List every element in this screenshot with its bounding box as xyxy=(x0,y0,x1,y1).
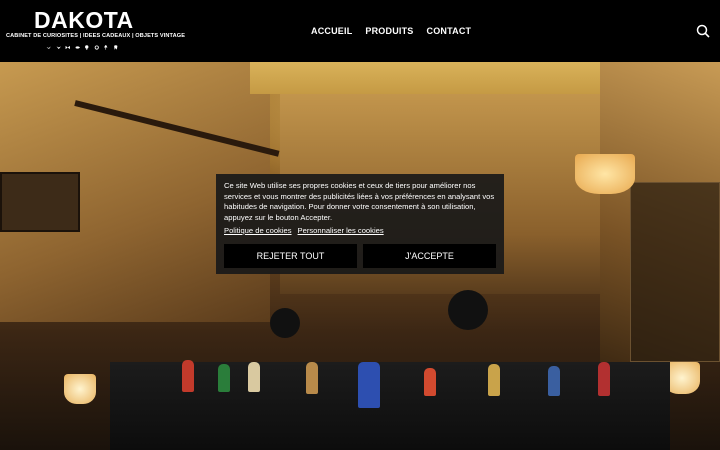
hero-figurine xyxy=(488,364,500,396)
bird-icon xyxy=(46,45,51,49)
hero-vitrine xyxy=(630,182,720,362)
cookie-links: Politique de cookies Personnaliser les c… xyxy=(224,226,384,235)
logo-icon-row xyxy=(46,42,118,52)
bird-icon xyxy=(56,45,61,49)
hero-figurine xyxy=(548,366,560,396)
hero-ceiling xyxy=(250,62,630,94)
hero-lamp xyxy=(575,154,635,194)
hero-figurine xyxy=(182,360,194,392)
hero-round-object xyxy=(448,290,488,330)
hero-figurine xyxy=(358,362,380,408)
hero-figurine xyxy=(598,362,610,396)
hero-figurine xyxy=(424,368,436,396)
main-nav: ACCUEIL PRODUITS CONTACT xyxy=(311,26,471,36)
site-header: DAKOTA CABINET DE CURIOSITES | IDEES CAD… xyxy=(0,0,720,62)
hero-figurine xyxy=(248,362,260,392)
hero-round-object xyxy=(270,308,300,338)
hero-lamp xyxy=(64,374,96,404)
bulb-icon xyxy=(85,44,89,50)
cookie-consent-dialog: Ce site Web utilise ses propres cookies … xyxy=(216,174,504,274)
nav-item-contact[interactable]: CONTACT xyxy=(427,26,472,36)
nav-item-accueil[interactable]: ACCUEIL xyxy=(311,26,352,36)
fish-icon xyxy=(75,45,80,49)
lamp-icon xyxy=(104,44,108,50)
logo-subtitle: CABINET DE CURIOSITES | IDEES CADEAUX | … xyxy=(6,33,186,39)
hero-display-table xyxy=(110,362,670,450)
accept-button[interactable]: J'ACCEPTE xyxy=(363,244,496,268)
nav-item-produits[interactable]: PRODUITS xyxy=(365,26,413,36)
hero-display-case xyxy=(0,172,80,232)
logo-title: DAKOTA xyxy=(34,7,134,33)
logo[interactable]: DAKOTA CABINET DE CURIOSITES | IDEES CAD… xyxy=(6,7,186,55)
reject-all-button[interactable]: REJETER TOUT xyxy=(224,244,357,268)
ring-icon xyxy=(94,44,99,50)
customize-cookies-link[interactable]: Personnaliser les cookies xyxy=(298,226,384,235)
hero-figurine xyxy=(306,362,318,394)
search-icon[interactable] xyxy=(696,24,710,38)
cookie-message: Ce site Web utilise ses propres cookies … xyxy=(224,181,495,222)
hero-figurine xyxy=(218,364,230,392)
cookie-policy-link[interactable]: Politique de cookies xyxy=(224,226,292,235)
tooth-icon xyxy=(113,44,117,50)
butterfly-icon xyxy=(65,45,70,49)
